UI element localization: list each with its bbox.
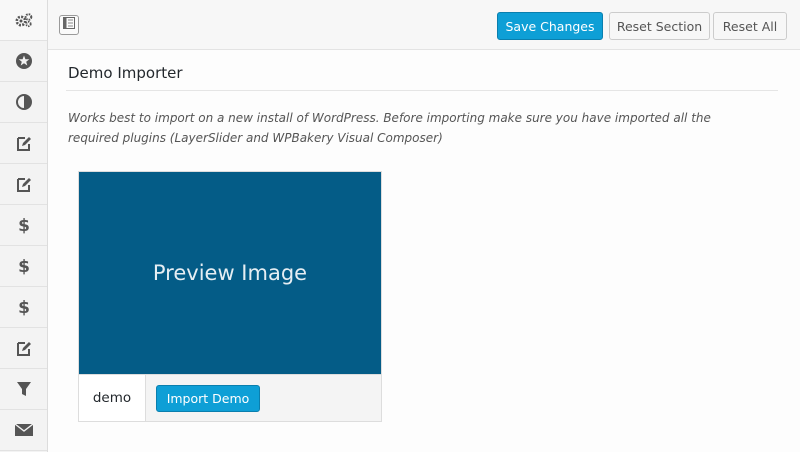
contrast-icon <box>15 93 33 111</box>
gears-icon <box>15 12 33 28</box>
sidebar-item-edit-1[interactable] <box>0 123 47 164</box>
edit-icon <box>15 175 33 193</box>
svg-text:$: $ <box>18 257 30 276</box>
section-divider <box>66 90 778 91</box>
layout-toggle-button[interactable] <box>59 15 79 35</box>
save-changes-button[interactable]: Save Changes <box>497 12 603 40</box>
svg-text:$: $ <box>18 298 30 317</box>
star-icon <box>15 52 33 70</box>
sidebar-item-edit-2[interactable] <box>0 164 47 205</box>
filter-icon <box>16 380 32 398</box>
dollar-icon: $ <box>17 215 31 235</box>
section-description-line-1: Works best to import on a new install of… <box>68 111 711 125</box>
section-description: Works best to import on a new install of… <box>68 108 718 148</box>
sidebar-item-general[interactable] <box>0 0 47 41</box>
preview-image-label: Preview Image <box>152 261 308 285</box>
demo-card-footer: demo Import Demo <box>79 374 381 421</box>
sidebar-item-styling[interactable] <box>0 82 47 123</box>
layout-icon <box>63 16 75 34</box>
demo-preview-image: Preview Image <box>79 172 381 374</box>
sidebar-item-pricing-2[interactable]: $ <box>0 246 47 287</box>
main-panel: Demo Importer Works best to import on a … <box>48 50 800 452</box>
import-demo-button[interactable]: Import Demo <box>156 385 260 412</box>
demo-name: demo <box>79 375 146 421</box>
envelope-icon <box>14 423 33 437</box>
dollar-icon: $ <box>17 297 31 317</box>
toolbar: Save Changes Reset Section Reset All <box>48 0 800 50</box>
sidebar-item-pricing-1[interactable]: $ <box>0 205 47 246</box>
reset-all-button[interactable]: Reset All <box>713 12 787 40</box>
section-description-line-2: required plugins (LayerSlider and WPBake… <box>68 131 443 145</box>
demo-card: Preview Image demo Import Demo <box>78 171 382 422</box>
reset-section-button[interactable]: Reset Section <box>609 12 710 40</box>
sidebar-item-pricing-3[interactable]: $ <box>0 287 47 328</box>
edit-icon <box>15 339 33 357</box>
sidebar-item-filter[interactable] <box>0 369 47 410</box>
dollar-icon: $ <box>17 256 31 276</box>
sidebar-item-favorites[interactable] <box>0 41 47 82</box>
edit-icon <box>15 134 33 152</box>
sidebar-item-edit-3[interactable] <box>0 328 47 369</box>
svg-text:$: $ <box>18 216 30 235</box>
sidebar-item-email[interactable] <box>0 410 47 451</box>
section-title: Demo Importer <box>68 64 183 82</box>
sidebar: $ $ $ <box>0 0 48 452</box>
